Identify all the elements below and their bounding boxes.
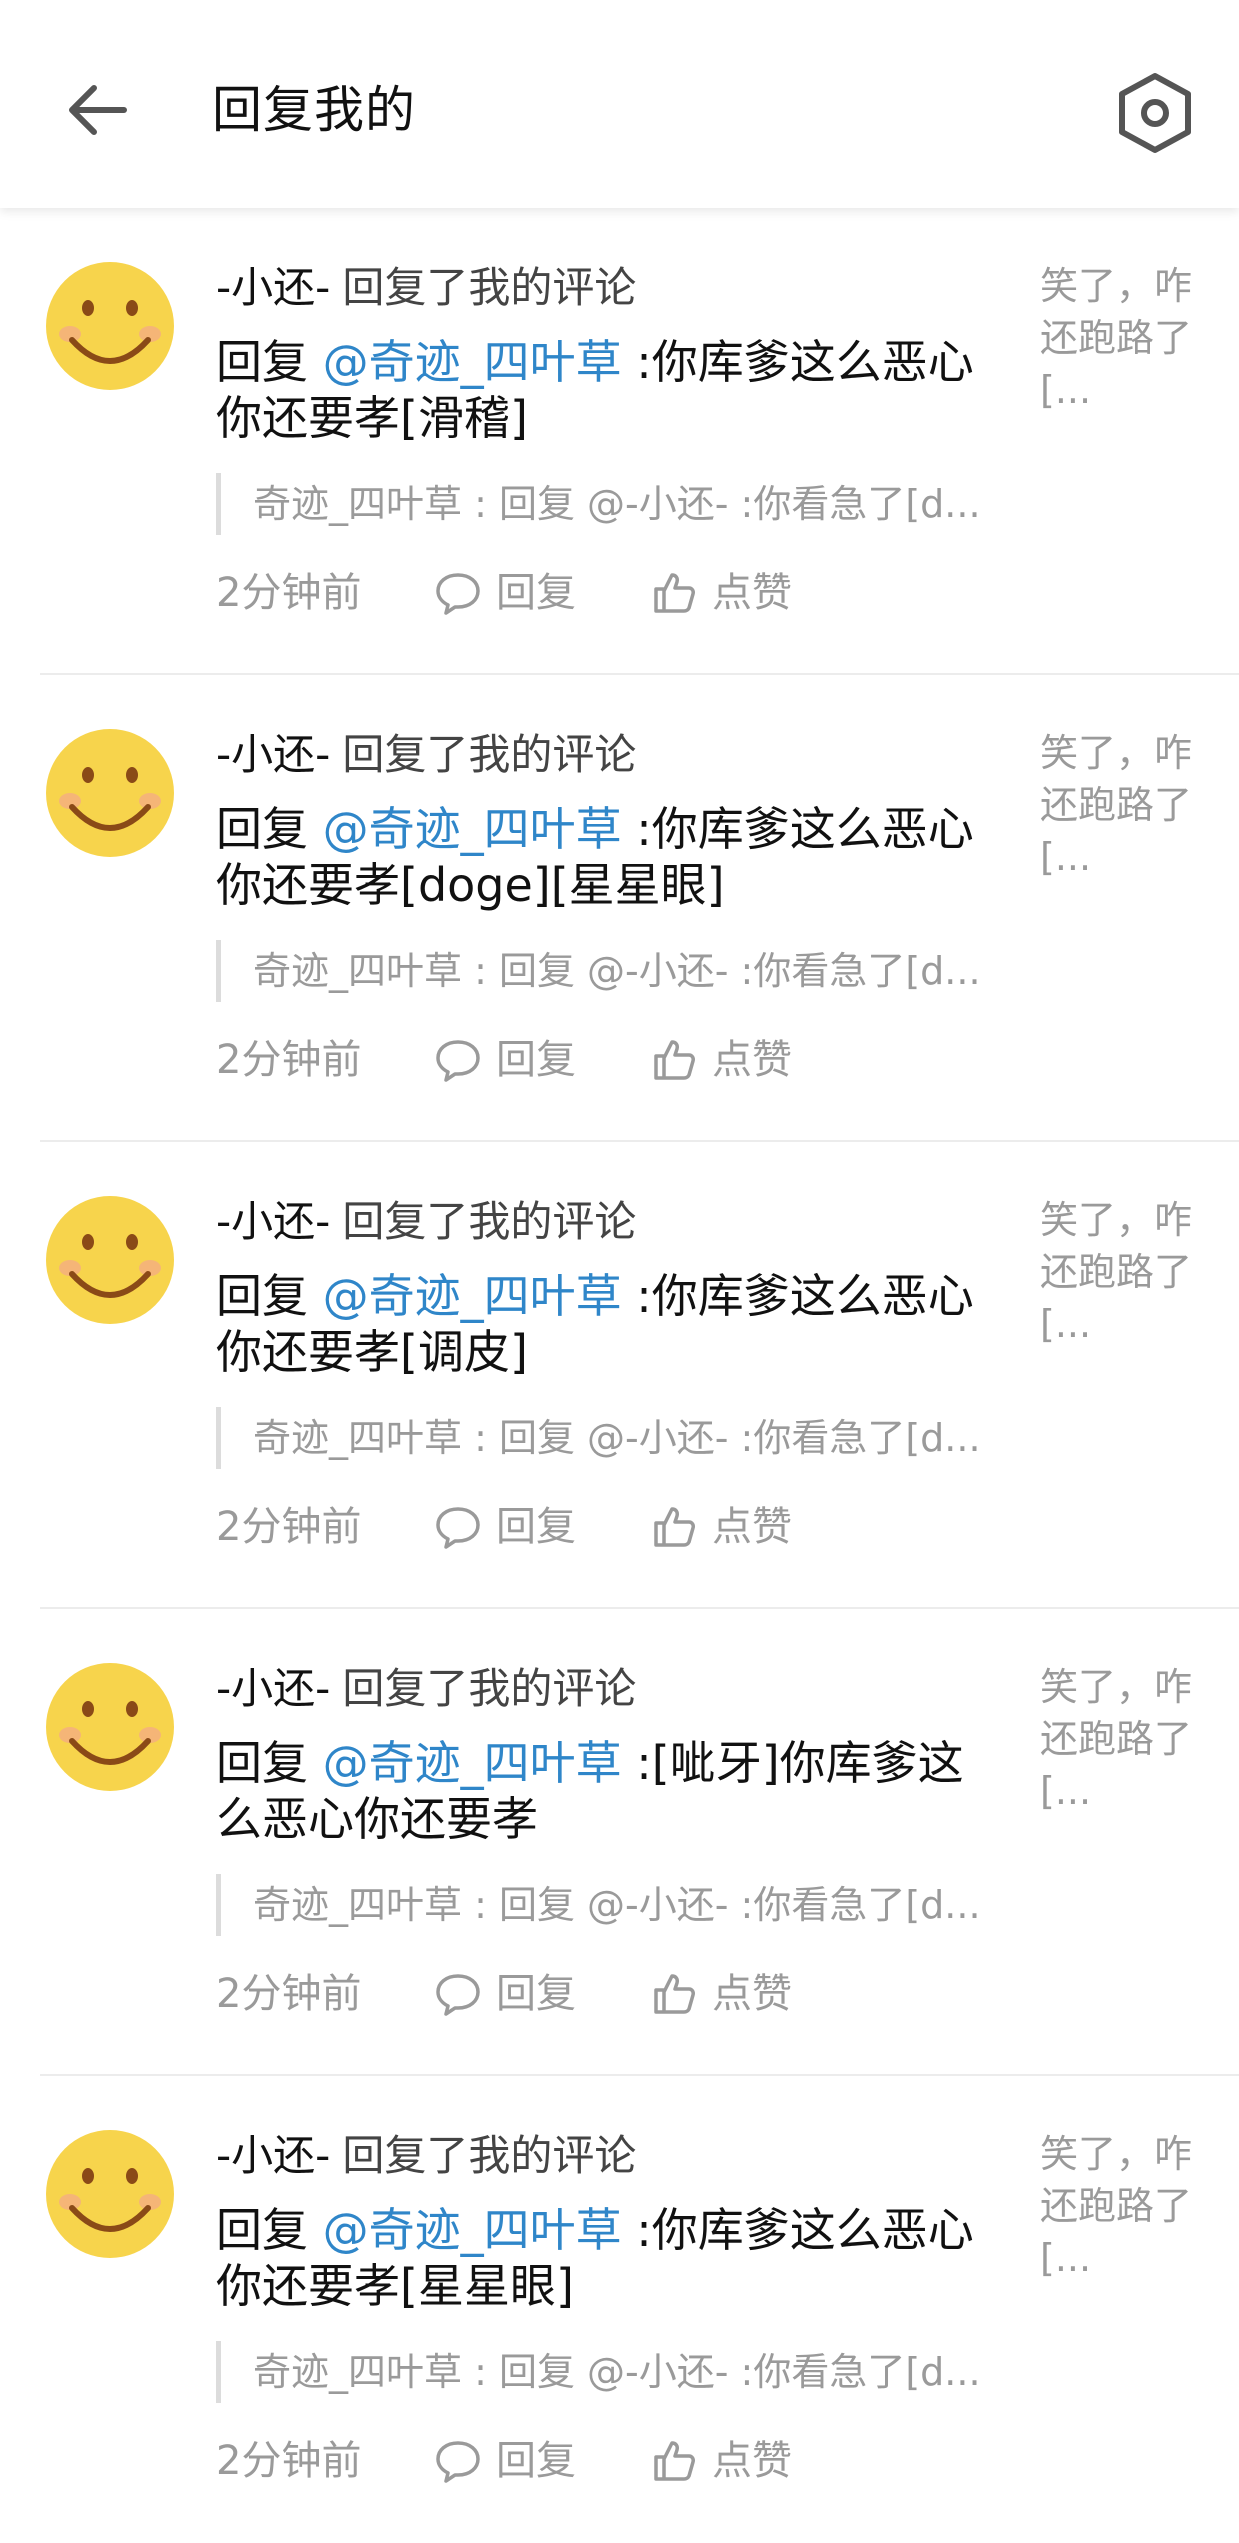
timestamp: 2分钟前	[216, 1504, 362, 1550]
like-button[interactable]: 点赞	[650, 2431, 792, 2491]
arrow-left-icon	[69, 85, 127, 135]
comment-bubble-icon	[436, 1974, 480, 2016]
quoted-comment[interactable]: 奇迹_四叶草 : 回复 @-小还- :你看急了[d...	[216, 1407, 1001, 1469]
action-text: 回复了我的评论	[342, 1664, 637, 1713]
author-name[interactable]: -小还-	[216, 263, 330, 312]
reply-button[interactable]: 回复	[434, 2431, 576, 2491]
reply-prefix: 回复	[216, 1269, 323, 1323]
reply-item[interactable]: -小还- 回复了我的评论 回复 @奇迹_四叶草 :你库爹这么恶心你还要孝[滑稽] …	[0, 208, 1239, 675]
reply-item[interactable]: -小还- 回复了我的评论 回复 @奇迹_四叶草 :你库爹这么恶心你还要孝[调皮] …	[0, 1142, 1239, 1609]
reply-prefix: 回复	[216, 335, 323, 389]
thumbs-up-icon	[654, 573, 695, 613]
reply-label: 回复	[496, 570, 576, 616]
avatar-smiley-icon[interactable]	[42, 1192, 178, 1328]
comment-bubble-icon	[436, 1507, 480, 1549]
reply-button[interactable]: 回复	[434, 563, 576, 623]
avatar-smiley-icon[interactable]	[42, 258, 178, 394]
author-line: -小还- 回复了我的评论	[216, 2126, 1016, 2186]
reply-prefix: 回复	[216, 802, 323, 856]
action-text: 回复了我的评论	[342, 263, 637, 312]
author-line: -小还- 回复了我的评论	[216, 725, 1016, 785]
avatar-smiley-icon[interactable]	[42, 1659, 178, 1795]
quoted-comment[interactable]: 奇迹_四叶草 : 回复 @-小还- :你看急了[d...	[216, 1874, 1001, 1936]
quoted-comment[interactable]: 奇迹_四叶草 : 回复 @-小还- :你看急了[d...	[216, 2341, 1001, 2403]
reply-prefix: 回复	[216, 1736, 323, 1790]
thumbs-up-icon	[654, 1974, 695, 2014]
reply-item[interactable]: -小还- 回复了我的评论 回复 @奇迹_四叶草 :[呲牙]你库爹这么恶心你还要孝 …	[0, 1609, 1239, 2076]
reply-item[interactable]: -小还- 回复了我的评论 回复 @奇迹_四叶草 :你库爹这么恶心你还要孝[doge…	[0, 675, 1239, 1142]
reply-prefix: 回复	[216, 2203, 323, 2257]
comment-bubble-icon	[436, 2441, 480, 2483]
reply-content[interactable]: 回复 @奇迹_四叶草 :[呲牙]你库爹这么恶心你还要孝	[216, 1735, 1006, 1847]
page-title: 回复我的	[212, 81, 416, 139]
reply-content[interactable]: 回复 @奇迹_四叶草 :你库爹这么恶心你还要孝[doge][星星眼]	[216, 801, 1006, 913]
reply-item[interactable]: -小还- 回复了我的评论 回复 @奇迹_四叶草 :你库爹这么恶心你还要孝[星星眼]…	[0, 2076, 1239, 2543]
reply-list: -小还- 回复了我的评论 回复 @奇迹_四叶草 :你库爹这么恶心你还要孝[滑稽] …	[0, 208, 1239, 2543]
author-name[interactable]: -小还-	[216, 730, 330, 779]
my-comment-preview[interactable]: 笑了，咋还跑路了[...	[1040, 260, 1200, 416]
mention-link[interactable]: @奇迹_四叶草	[323, 1736, 622, 1790]
timestamp: 2分钟前	[216, 2438, 362, 2484]
reply-button[interactable]: 回复	[434, 1030, 576, 1090]
avatar-smiley-icon[interactable]	[42, 2126, 178, 2262]
like-button[interactable]: 点赞	[650, 1497, 792, 1557]
my-comment-preview[interactable]: 笑了，咋还跑路了[...	[1040, 727, 1200, 883]
action-text: 回复了我的评论	[342, 2131, 637, 2180]
back-button[interactable]	[58, 70, 138, 150]
mention-link[interactable]: @奇迹_四叶草	[323, 802, 622, 856]
like-label: 点赞	[712, 2438, 792, 2484]
thumbs-up-icon	[654, 2441, 695, 2481]
reply-button[interactable]: 回复	[434, 1497, 576, 1557]
timestamp: 2分钟前	[216, 570, 362, 616]
like-label: 点赞	[712, 1037, 792, 1083]
thumbs-up-icon	[654, 1507, 695, 1547]
timestamp: 2分钟前	[216, 1971, 362, 2017]
like-button[interactable]: 点赞	[650, 1030, 792, 1090]
like-label: 点赞	[712, 1971, 792, 2017]
my-comment-preview[interactable]: 笑了，咋还跑路了[...	[1040, 2128, 1200, 2284]
author-name[interactable]: -小还-	[216, 1197, 330, 1246]
thumbs-up-icon	[654, 1040, 695, 1080]
comment-bubble-icon	[436, 1040, 480, 1082]
settings-button[interactable]	[1110, 68, 1200, 158]
reply-button[interactable]: 回复	[434, 1964, 576, 2024]
action-text: 回复了我的评论	[342, 1197, 637, 1246]
author-name[interactable]: -小还-	[216, 1664, 330, 1713]
like-label: 点赞	[712, 570, 792, 616]
quoted-comment[interactable]: 奇迹_四叶草 : 回复 @-小还- :你看急了[d...	[216, 940, 1001, 1002]
reply-label: 回复	[496, 1971, 576, 2017]
reply-content[interactable]: 回复 @奇迹_四叶草 :你库爹这么恶心你还要孝[滑稽]	[216, 334, 1006, 446]
author-line: -小还- 回复了我的评论	[216, 1192, 1016, 1252]
reply-label: 回复	[496, 1037, 576, 1083]
quoted-comment[interactable]: 奇迹_四叶草 : 回复 @-小还- :你看急了[d...	[216, 473, 1001, 535]
reply-content[interactable]: 回复 @奇迹_四叶草 :你库爹这么恶心你还要孝[星星眼]	[216, 2202, 1006, 2314]
my-comment-preview[interactable]: 笑了，咋还跑路了[...	[1040, 1194, 1200, 1350]
like-button[interactable]: 点赞	[650, 1964, 792, 2024]
top-bar: 回复我的	[0, 0, 1239, 208]
reply-label: 回复	[496, 1504, 576, 1550]
mention-link[interactable]: @奇迹_四叶草	[323, 335, 622, 389]
timestamp: 2分钟前	[216, 1037, 362, 1083]
like-button[interactable]: 点赞	[650, 563, 792, 623]
my-comment-preview[interactable]: 笑了，咋还跑路了[...	[1040, 1661, 1200, 1817]
mention-link[interactable]: @奇迹_四叶草	[323, 2203, 622, 2257]
comment-bubble-icon	[436, 573, 480, 615]
avatar-smiley-icon[interactable]	[42, 725, 178, 861]
author-name[interactable]: -小还-	[216, 2131, 330, 2180]
action-text: 回复了我的评论	[342, 730, 637, 779]
reply-content[interactable]: 回复 @奇迹_四叶草 :你库爹这么恶心你还要孝[调皮]	[216, 1268, 1006, 1380]
author-line: -小还- 回复了我的评论	[216, 258, 1016, 318]
reply-label: 回复	[496, 2438, 576, 2484]
like-label: 点赞	[712, 1504, 792, 1550]
mention-link[interactable]: @奇迹_四叶草	[323, 1269, 622, 1323]
author-line: -小还- 回复了我的评论	[216, 1659, 1016, 1719]
hexagon-settings-icon	[1119, 73, 1191, 153]
